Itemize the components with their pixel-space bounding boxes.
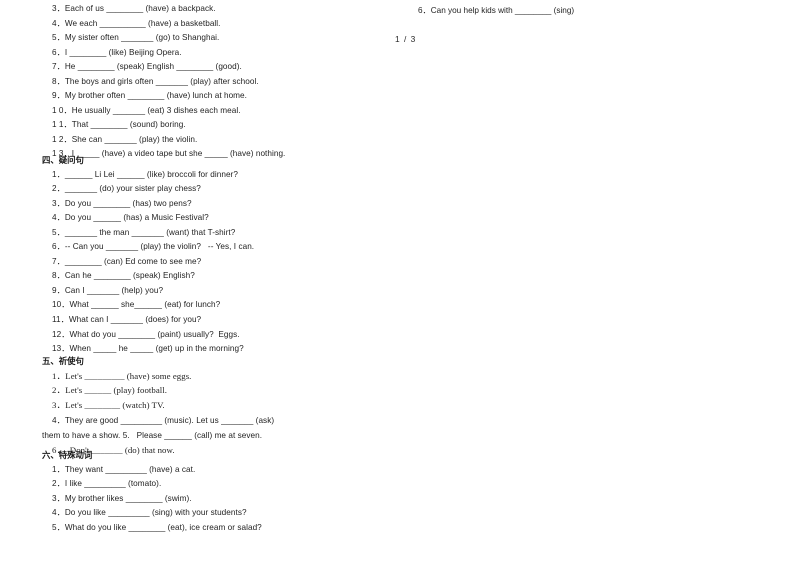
- exercise-line: 1．______ Li Lei ______ (like) broccoli f…: [52, 169, 238, 179]
- section-four-heading: 四、疑问句: [42, 155, 84, 165]
- exercise-line: 2．_______ (do) your sister play chess?: [52, 184, 201, 194]
- exercise-line: 5．_______ the man _______ (want) that T-…: [52, 227, 236, 237]
- page-indicator: 1 / 3: [395, 34, 417, 44]
- exercise-line: 2．I like _________ (tomato).: [52, 479, 162, 489]
- exercise-line: 1 0．He usually _______ (eat) 3 dishes ea…: [52, 105, 241, 115]
- exercise-line: 4．Do you like _________ (sing) with your…: [52, 508, 247, 518]
- section-four-interrogative: 四、疑问句 1．______ Li Lei ______ (like) broc…: [0, 153, 390, 357]
- exercise-line: 11．What can I _______ (does) for you?: [52, 315, 202, 325]
- exercise-line: 1．Let's _________ (have) some eggs.: [52, 370, 192, 381]
- exercise-line: 10．What ______ she______ (eat) for lunch…: [52, 300, 221, 310]
- section-five-heading: 五、祈使句: [42, 356, 84, 366]
- document-page: 3．Each of us ________ (have) a backpack.…: [0, 0, 800, 566]
- exercise-line: 9．Can I _______ (help) you?: [52, 285, 164, 295]
- exercise-line: 6．Can you help kids with ________ (sing): [418, 6, 575, 15]
- exercise-line: 5．My sister often _______ (go) to Shangh…: [52, 33, 220, 43]
- exercise-line: 6．I ________ (like) Beijing Opera.: [52, 47, 182, 57]
- exercise-line: 4．Do you ______ (has) a Music Festival?: [52, 213, 209, 223]
- exercise-line: 3．Let's ________ (watch) TV.: [52, 399, 165, 410]
- exercise-line: 8．Can he ________ (speak) English?: [52, 271, 195, 281]
- exercise-line-wrap: them to have a show. 5. Please ______ (c…: [42, 430, 263, 440]
- exercise-line: 1 1．That ________ (sound) boring.: [52, 120, 186, 130]
- exercise-line: 2．Let's ______ (play) football.: [52, 385, 168, 396]
- exercise-line: 4．They are good _________ (music). Let u…: [52, 416, 275, 426]
- exercise-line: 7．________ (can) Ed come to see me?: [52, 256, 202, 266]
- exercise-line: 1 2．She can _______ (play) the violin.: [52, 134, 198, 144]
- exercise-line: 9．My brother often ________ (have) lunch…: [52, 91, 247, 101]
- exercise-line: 5．What do you like ________ (eat), ice c…: [52, 522, 262, 532]
- exercise-line: 4．We each __________ (have) a basketball…: [52, 18, 221, 28]
- exercise-line: 6．-- Can you _______ (play) the violin? …: [52, 242, 255, 252]
- section-six-heading: 六、特殊动词: [42, 450, 93, 460]
- exercise-line: 1．They want _________ (have) a cat.: [52, 464, 196, 474]
- exercise-line: 3．My brother likes ________ (swim).: [52, 493, 192, 503]
- section-five-imperative: 五、祈使句 1．Let's _________ (have) some eggs…: [0, 354, 390, 458]
- exercise-line: 8．The boys and girls often _______ (play…: [52, 76, 259, 86]
- section-six-special-verbs: 六、特殊动词 1．They want _________ (have) a ca…: [0, 448, 390, 535]
- exercise-line: 3．Each of us ________ (have) a backpack.: [52, 4, 216, 13]
- exercise-line: 12．What do you ________ (paint) usually?…: [52, 329, 240, 339]
- exercise-line: 7．He ________ (speak) English ________ (…: [52, 62, 242, 72]
- fill-blanks-continued-block: 3．Each of us ________ (have) a backpack.…: [0, 2, 390, 162]
- exercise-line: 3．Do you ________ (has) two pens?: [52, 198, 192, 208]
